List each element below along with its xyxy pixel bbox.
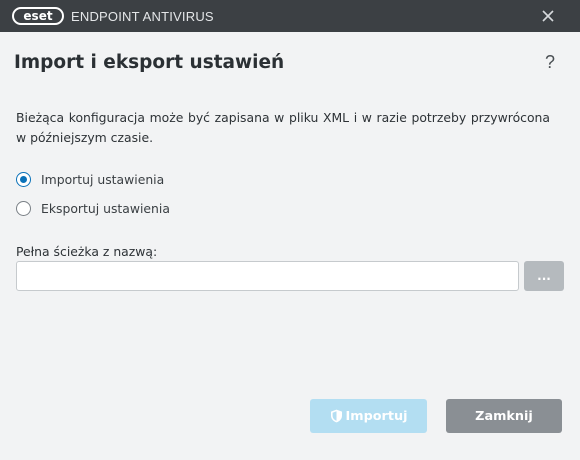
close-button[interactable]: Zamknij [446,399,562,433]
radio-export-settings[interactable]: Eksportuj ustawienia [16,198,170,218]
radio-label-export: Eksportuj ustawienia [41,200,170,216]
app-name: ENDPOINT ANTIVIRUS [71,9,214,24]
close-icon[interactable] [540,8,556,24]
path-input[interactable] [16,261,519,291]
shield-icon [330,409,343,423]
dialog-title: Import i eksport ustawień [14,52,285,73]
import-button[interactable]: Importuj [310,399,427,433]
radio-button-export[interactable] [16,200,31,216]
import-button-label: Importuj [345,408,408,424]
radio-label-import: Importuj ustawienia [41,171,165,187]
browse-button[interactable]: ... [524,261,564,291]
title-bar: eset ENDPOINT ANTIVIRUS [0,0,580,32]
radio-selected-dot [20,175,27,183]
path-label: Pełna ścieżka z nazwą: [16,244,158,259]
radio-import-settings[interactable]: Importuj ustawienia [16,169,164,189]
help-icon[interactable]: ? [545,52,555,73]
eset-logo-badge: eset [12,7,64,25]
eset-logo: eset [12,7,64,25]
radio-button-import[interactable] [16,171,31,187]
description-text: Bieżąca konfiguracja może być zapisana w… [16,110,550,145]
